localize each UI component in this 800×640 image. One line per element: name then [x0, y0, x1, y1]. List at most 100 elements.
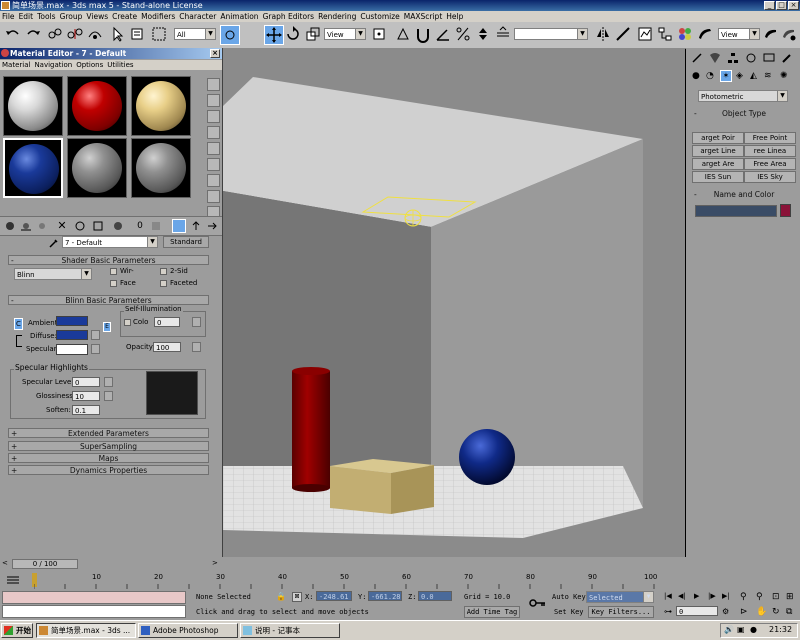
sample-type-icon[interactable]	[207, 78, 220, 91]
lock-selection-icon[interactable]: 🔒	[276, 592, 286, 602]
render-type-dropdown[interactable]: View ▼	[718, 28, 760, 40]
zoom-extents-all-icon[interactable]: ⊞	[786, 592, 798, 602]
previous-frame-icon[interactable]: ◀|	[678, 592, 688, 602]
key-mode-icon[interactable]	[528, 597, 546, 609]
mirror-icon[interactable]	[594, 25, 612, 43]
pick-material-eyedropper-icon[interactable]	[48, 237, 60, 249]
select-object-toggle-icon[interactable]	[220, 25, 240, 45]
menu-maxscript[interactable]: MAXScript	[402, 11, 445, 22]
sample-slot-4-active[interactable]	[3, 138, 63, 198]
time-slider-prev-icon[interactable]: <	[2, 559, 10, 569]
motion-panel-tab-icon[interactable]	[744, 51, 758, 65]
target-area-button[interactable]: arget Are	[692, 158, 744, 170]
put-to-library-icon[interactable]	[92, 220, 104, 232]
close-button[interactable]: ×	[788, 1, 799, 10]
key-filters-button[interactable]: Key Filters...	[588, 606, 654, 618]
select-by-name-icon[interactable]	[128, 25, 146, 43]
menu-tools[interactable]: Tools	[35, 11, 57, 22]
key-filter-selection-dropdown[interactable]: Selected ▼	[586, 591, 654, 603]
name-and-color-rollout[interactable]: - Name and Color	[692, 190, 796, 200]
soften-spinner[interactable]: 0.1	[72, 405, 100, 415]
self-illum-color-checkbox[interactable]	[124, 319, 131, 326]
video-color-check-icon[interactable]	[207, 142, 220, 155]
free-point-button[interactable]: Free Point	[744, 132, 796, 144]
zoom-extents-icon[interactable]: ⊡	[772, 592, 784, 602]
maximize-viewport-icon[interactable]: ⧉	[786, 607, 798, 617]
specular-map-button[interactable]	[91, 344, 100, 354]
ies-sun-button[interactable]: IES Sun	[692, 171, 744, 183]
menu-views[interactable]: Views	[84, 11, 110, 22]
self-illum-map-button[interactable]	[192, 317, 201, 327]
network-icon[interactable]: ▣	[737, 625, 745, 634]
lock-ambient-diffuse-button[interactable]: C	[14, 318, 23, 330]
taskbar-3dsmax[interactable]: 简单场景.max - 3ds ...	[36, 623, 136, 638]
arc-rotate-icon[interactable]: ↻	[772, 607, 784, 617]
input-method-icon[interactable]: ●	[750, 625, 757, 634]
menu-graph-editors[interactable]: Graph Editors	[261, 11, 317, 22]
make-unique-icon[interactable]	[74, 220, 86, 232]
blue-sphere-object[interactable]	[459, 429, 515, 485]
go-to-end-icon[interactable]: ▶|	[722, 592, 732, 602]
field-of-view-icon[interactable]: ⊳	[740, 607, 752, 617]
selection-filter-dropdown[interactable]: All ▼	[174, 28, 216, 40]
space-warps-icon[interactable]: ≋	[764, 71, 772, 81]
go-to-parent-icon[interactable]	[190, 220, 202, 232]
material-effects-channel-icon[interactable]	[112, 220, 124, 232]
target-linear-button[interactable]: arget Line	[692, 145, 744, 157]
target-point-button[interactable]: arget Poir	[692, 132, 744, 144]
select-and-link-icon[interactable]	[46, 25, 64, 43]
rollout-maps[interactable]: + Maps	[8, 453, 209, 463]
snaps-toggle-icon[interactable]	[414, 25, 432, 43]
maxscript-input-mini[interactable]	[2, 605, 186, 618]
modify-panel-tab-icon[interactable]	[708, 51, 722, 65]
reset-map-icon[interactable]: ✕	[56, 220, 68, 232]
glossiness-spinner[interactable]: 10	[72, 391, 100, 401]
shapes-icon[interactable]: ◔	[706, 71, 714, 81]
current-frame-field[interactable]: 0	[676, 606, 718, 616]
hierarchy-panel-tab-icon[interactable]	[726, 51, 740, 65]
mini-curve-editor-icon[interactable]	[6, 574, 20, 586]
rollout-dynamics-properties[interactable]: + Dynamics Properties	[8, 465, 209, 475]
rollout-shader-basic[interactable]: - Shader Basic Parameters	[8, 255, 209, 265]
start-button[interactable]: 开始	[1, 623, 33, 638]
go-to-start-icon[interactable]: |◀	[664, 592, 674, 602]
opacity-map-button[interactable]	[192, 342, 201, 352]
mated-menu-utilities[interactable]: Utilities	[105, 60, 135, 70]
systems-icon[interactable]: ✺	[780, 71, 788, 81]
menu-character[interactable]: Character	[177, 11, 218, 22]
bind-space-warp-icon[interactable]	[86, 25, 104, 43]
zoom-all-icon[interactable]: ⚲	[756, 592, 768, 602]
sample-slot-1[interactable]	[3, 76, 63, 136]
unlink-icon[interactable]	[66, 25, 84, 43]
align-icon[interactable]	[614, 25, 632, 43]
put-to-scene-icon[interactable]	[20, 220, 32, 232]
show-end-result-icon[interactable]	[172, 219, 186, 233]
ambient-color-swatch[interactable]	[56, 316, 88, 326]
material-editor-close-button[interactable]: ×	[210, 49, 220, 58]
wire-checkbox[interactable]	[110, 268, 117, 275]
rollout-blinn-basic[interactable]: - Blinn Basic Parameters	[8, 295, 209, 305]
menu-help[interactable]: Help	[444, 11, 465, 22]
show-map-in-viewport-icon[interactable]	[150, 220, 162, 232]
maximize-button[interactable]: □	[776, 1, 787, 10]
lock-diffuse-specular-bracket[interactable]	[16, 335, 22, 347]
pivot-center-icon[interactable]	[370, 25, 388, 43]
material-id-icon[interactable]: 0	[134, 220, 146, 232]
region-select-icon[interactable]	[150, 25, 168, 43]
perspective-viewport[interactable]	[223, 48, 685, 557]
time-slider-thumb[interactable]: 0 / 100	[12, 559, 78, 569]
specular-level-spinner[interactable]: 0	[72, 377, 100, 387]
lights-icon[interactable]: ✶	[720, 70, 732, 82]
material-editor-icon[interactable]	[676, 25, 694, 43]
percent-snap-icon[interactable]	[454, 25, 472, 43]
sample-uv-tiling-icon[interactable]	[207, 126, 220, 139]
menu-animation[interactable]: Animation	[218, 11, 260, 22]
taskbar-notepad[interactable]: 说明 - 记事本	[240, 623, 340, 638]
menu-rendering[interactable]: Rendering	[316, 11, 358, 22]
select-and-scale-icon[interactable]	[304, 25, 322, 43]
diffuse-map-button[interactable]	[91, 330, 100, 340]
key-mode-toggle-icon[interactable]: ⊶	[664, 607, 674, 617]
assign-to-selection-icon[interactable]	[36, 220, 48, 232]
minimize-button[interactable]: _	[764, 1, 775, 10]
mated-menu-options[interactable]: Options	[74, 60, 105, 70]
